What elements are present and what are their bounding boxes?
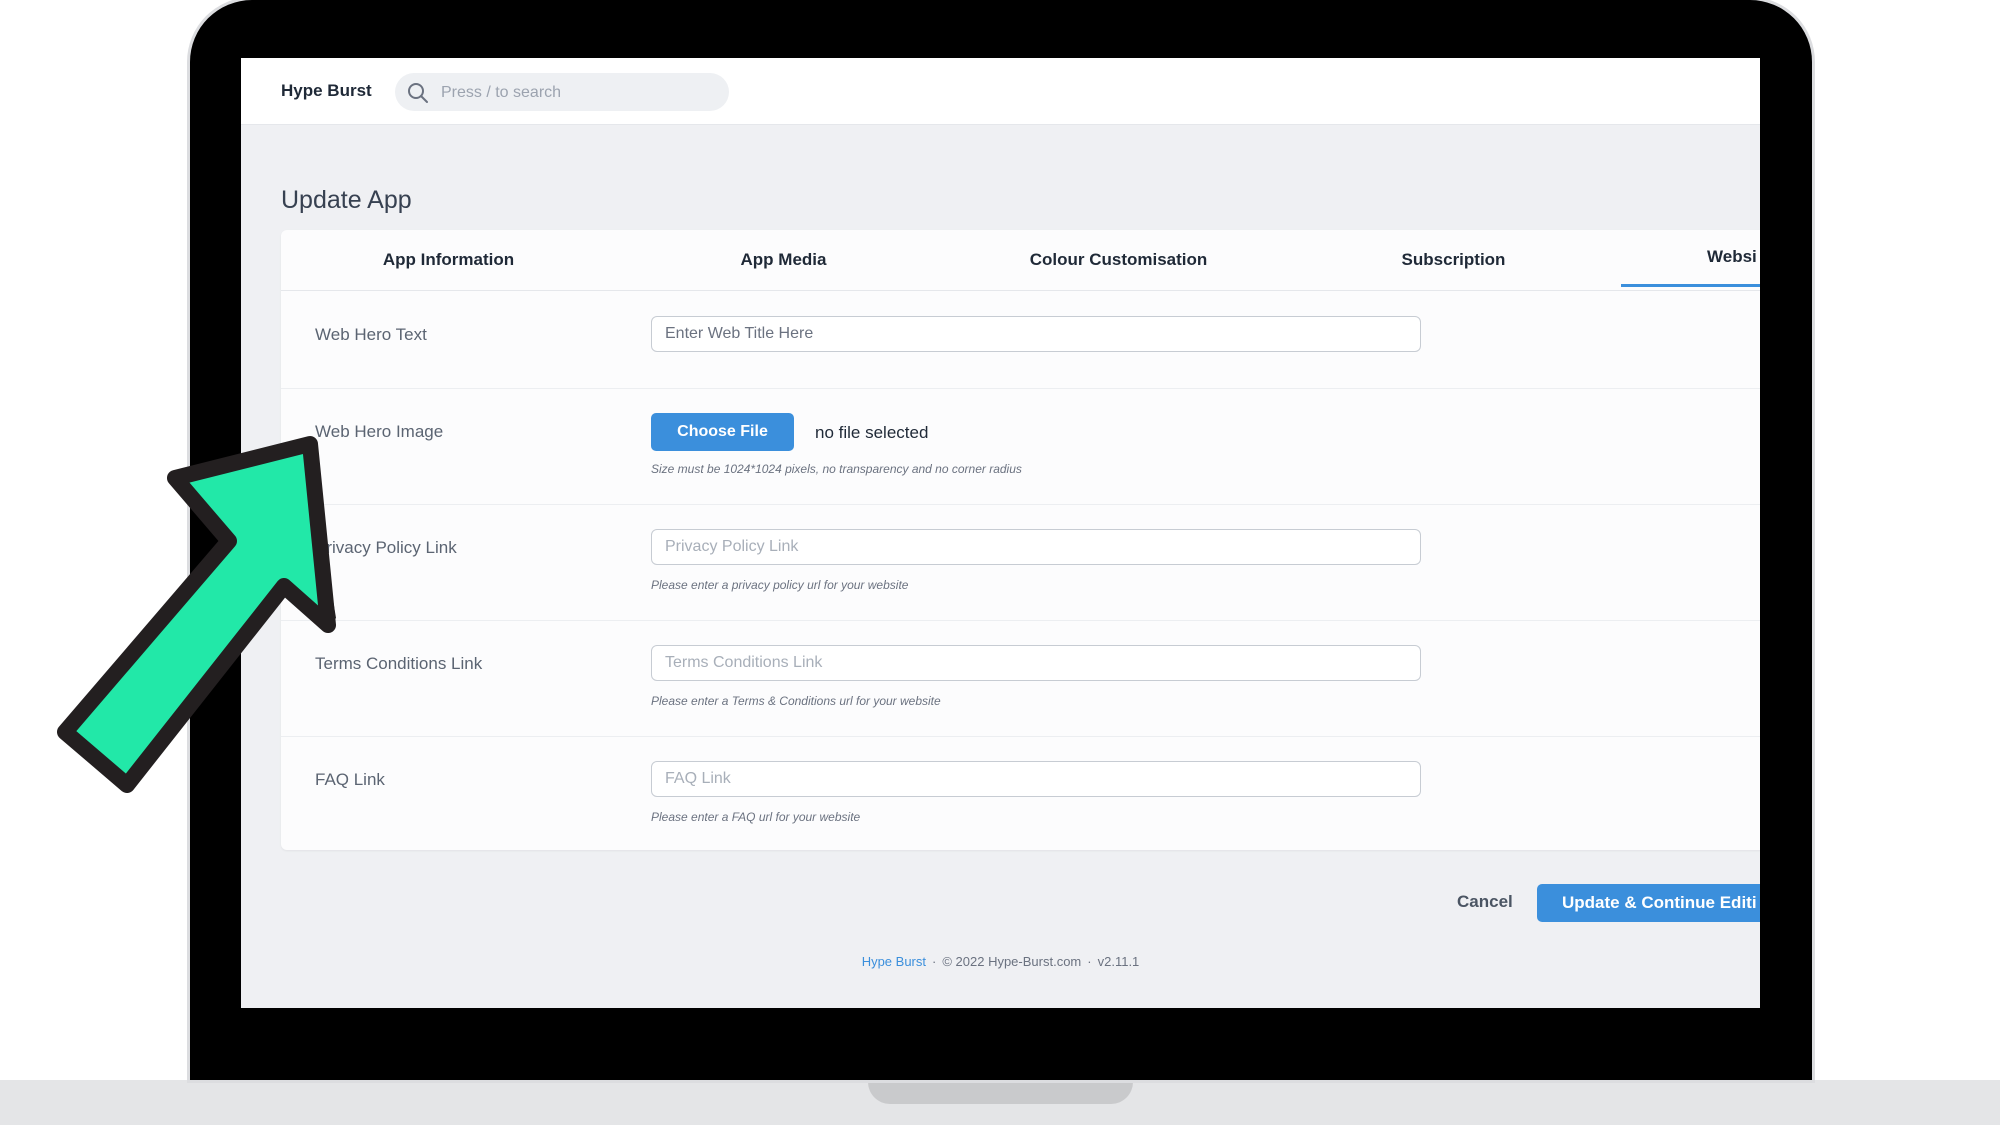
- app-screen: Hype Burst Update App App Information Ap…: [241, 58, 1760, 1008]
- web-hero-text-input[interactable]: [651, 316, 1421, 352]
- terms-conditions-hint: Please enter a Terms & Conditions url fo…: [651, 694, 941, 708]
- choose-file-button[interactable]: Choose File: [651, 413, 794, 451]
- footer-version: v2.11.1: [1097, 954, 1140, 969]
- tab-subscription[interactable]: Subscription: [1286, 230, 1621, 289]
- faq-hint: Please enter a FAQ url for your website: [651, 810, 861, 824]
- top-navbar: Hype Burst: [241, 58, 1760, 125]
- search-icon: [408, 83, 428, 103]
- tab-app-media[interactable]: App Media: [616, 230, 951, 289]
- footer-separator: ·: [932, 954, 937, 969]
- form-card: App Information App Media Colour Customi…: [281, 230, 1760, 850]
- search-box[interactable]: [395, 73, 729, 113]
- footer-copyright: © 2022 Hype-Burst.com: [942, 954, 1082, 969]
- row-web-hero-text: Web Hero Text: [281, 291, 1760, 389]
- row-web-hero-image: Web Hero Image Choose File no file selec…: [281, 388, 1760, 505]
- row-terms-conditions: Terms Conditions Link Please enter a Ter…: [281, 620, 1760, 737]
- update-continue-button[interactable]: Update & Continue Editi: [1537, 884, 1760, 922]
- tab-colour-customisation[interactable]: Colour Customisation: [951, 230, 1286, 289]
- row-privacy-policy: Privacy Policy Link Please enter a priva…: [281, 504, 1760, 621]
- privacy-policy-input[interactable]: [651, 529, 1421, 565]
- privacy-policy-hint: Please enter a privacy policy url for yo…: [651, 578, 909, 592]
- row-faq: FAQ Link Please enter a FAQ url for your…: [281, 736, 1760, 850]
- cancel-button[interactable]: Cancel: [1457, 892, 1513, 912]
- terms-conditions-input[interactable]: [651, 645, 1421, 681]
- laptop-notch: [868, 1080, 1133, 1104]
- tab-bar: App Information App Media Colour Customi…: [281, 230, 1760, 291]
- footer-brand-link[interactable]: Hype Burst: [862, 954, 926, 969]
- tab-website[interactable]: Websi: [1621, 230, 1760, 287]
- footer-separator-2: ·: [1087, 954, 1092, 969]
- faq-input[interactable]: [651, 761, 1421, 797]
- arrow-pointer-icon: [57, 436, 336, 793]
- footer: Hype Burst · © 2022 Hype-Burst.com · v2.11.1: [241, 954, 1760, 969]
- file-status: no file selected: [815, 423, 929, 442]
- web-hero-image-hint: Size must be 1024*1024 pixels, no transp…: [651, 462, 1022, 476]
- search-input[interactable]: [439, 73, 723, 113]
